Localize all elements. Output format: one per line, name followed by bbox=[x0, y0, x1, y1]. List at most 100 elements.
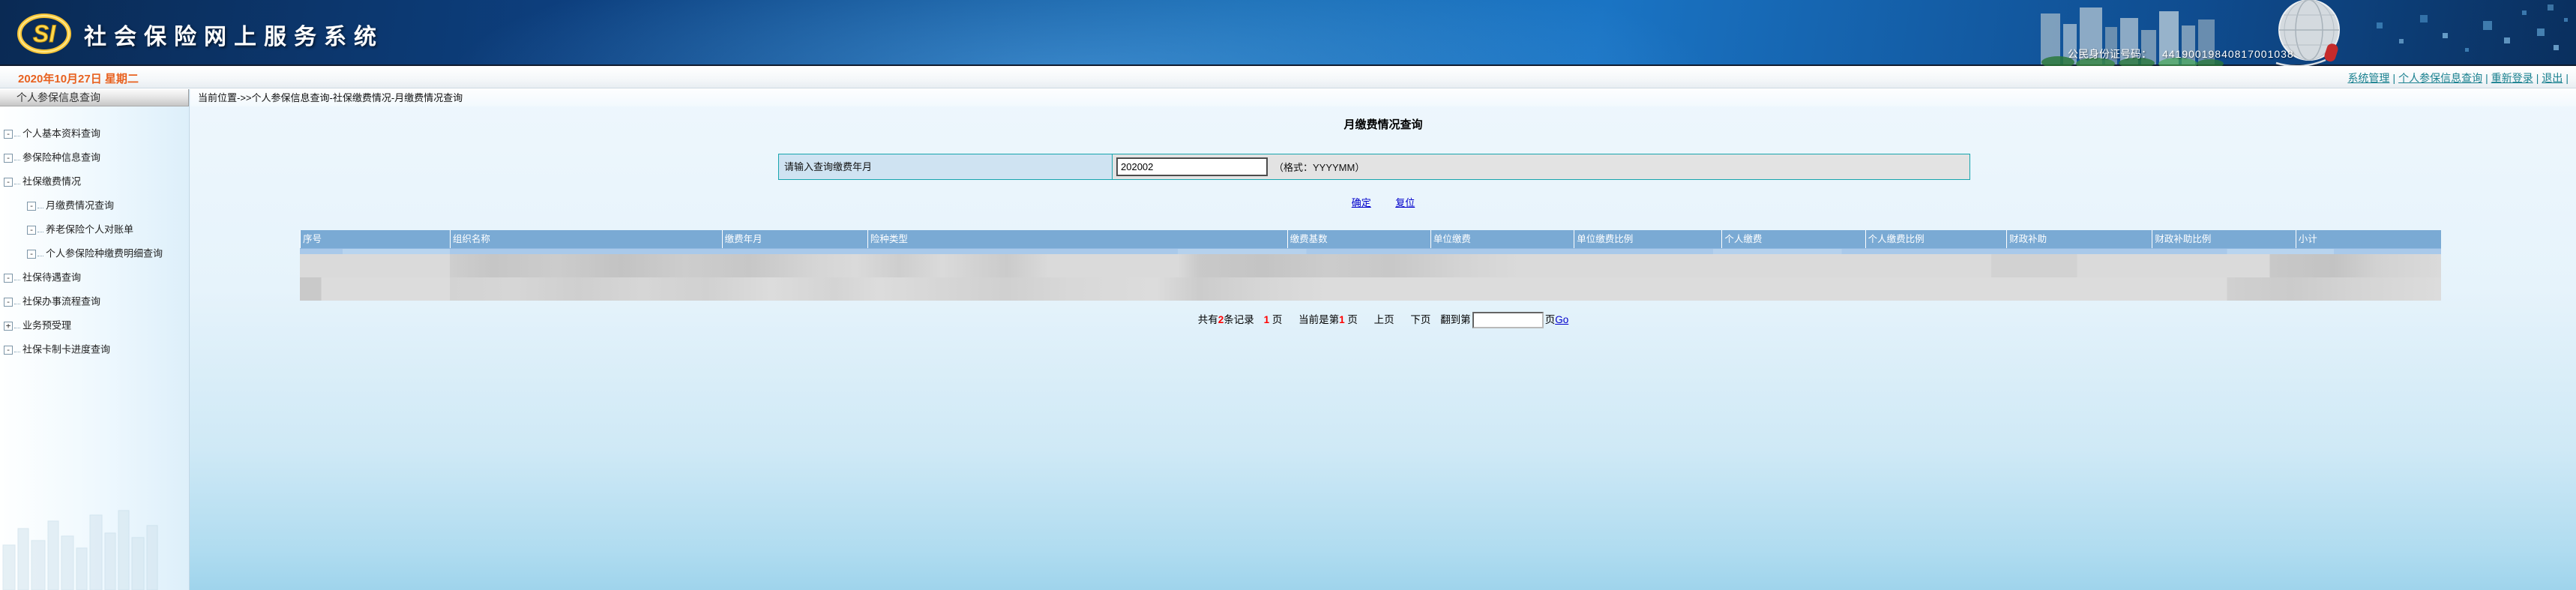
banner: SI 社会保险网上服务系统 bbox=[0, 0, 2576, 66]
sidebar-item-label[interactable]: 社保办事流程查询 bbox=[22, 296, 100, 307]
app-logo-icon: SI bbox=[16, 13, 72, 54]
th-employer-payment: 单位缴费 bbox=[1430, 230, 1574, 248]
nav-separator: | bbox=[2392, 72, 2395, 84]
reset-link[interactable]: 复位 bbox=[1395, 197, 1415, 208]
tree-connector bbox=[14, 323, 20, 328]
tree-connector bbox=[37, 203, 43, 208]
prev-page-button[interactable]: 上页 bbox=[1374, 314, 1394, 325]
record-total-suffix: 条记录 bbox=[1224, 314, 1254, 325]
table-header-row: 序号 组织名称 缴费年月 险种类型 缴费基数 单位缴费 单位缴费比例 个人缴费 … bbox=[300, 230, 2441, 248]
system-title: 社会保险网上服务系统 bbox=[84, 18, 384, 51]
tree-collapse-icon[interactable]: - bbox=[4, 298, 13, 307]
confirm-link[interactable]: 确定 bbox=[1352, 197, 1371, 208]
nav-personal-insurance-info-query[interactable]: 个人参保信息查询 bbox=[2398, 72, 2482, 84]
workspace: 个人参保信息查询 -个人基本资料查询 -参保险种信息查询 -社保缴费情况 -月缴… bbox=[0, 89, 2576, 590]
content: 当前位置->>个人参保信息查询-社保缴费情况-月缴费情况查询 月缴费情况查询 请… bbox=[190, 89, 2576, 590]
sidebar-item-procedure-query[interactable]: -社保办事流程查询 bbox=[0, 289, 189, 313]
sidebar-item-label[interactable]: 月缴费情况查询 bbox=[46, 200, 114, 211]
th-subsidy: 财政补助 bbox=[2006, 230, 2152, 248]
tree-collapse-icon[interactable]: - bbox=[4, 130, 13, 139]
sidebar-tree: -个人基本资料查询 -参保险种信息查询 -社保缴费情况 -月缴费情况查询 -养老… bbox=[0, 106, 189, 361]
tree-collapse-icon[interactable]: - bbox=[4, 178, 13, 187]
tree-collapse-icon[interactable]: - bbox=[4, 346, 13, 355]
sidebar-item-monthly-payment-query[interactable]: - 月缴费情况查询 bbox=[0, 193, 189, 217]
redacted-row bbox=[300, 254, 2441, 277]
next-page-button[interactable]: 下页 bbox=[1410, 314, 1430, 325]
goto-page-prefix: 翻到第 bbox=[1440, 314, 1471, 325]
nav-separator: | bbox=[2485, 72, 2488, 84]
page-count-suffix: 页 bbox=[1272, 314, 1283, 325]
tree-connector bbox=[14, 155, 20, 160]
current-page-number: 1 bbox=[1339, 314, 1345, 325]
tree-collapse-icon[interactable]: - bbox=[27, 226, 36, 235]
th-personal-rate: 个人缴费比例 bbox=[1865, 230, 2006, 248]
tree-connector bbox=[14, 347, 20, 352]
tree-collapse-icon[interactable]: - bbox=[27, 202, 36, 211]
svg-text:SI: SI bbox=[33, 20, 56, 47]
tree-connector bbox=[14, 299, 20, 304]
city-watermark bbox=[0, 508, 169, 590]
nav-separator: | bbox=[2536, 72, 2539, 84]
tree-connector bbox=[14, 275, 20, 280]
tree-collapse-icon[interactable]: - bbox=[4, 154, 13, 163]
record-total-prefix: 共有 bbox=[1198, 314, 1218, 325]
goto-page-input[interactable] bbox=[1472, 312, 1544, 328]
nav-separator: | bbox=[2566, 72, 2569, 84]
sidebar-item-label[interactable]: 社保待遇查询 bbox=[22, 272, 81, 283]
tree-collapse-icon[interactable]: - bbox=[27, 250, 36, 259]
top-nav: 系统管理|个人参保信息查询|重新登录|退出| bbox=[2347, 70, 2572, 85]
th-employer-rate: 单位缴费比例 bbox=[1574, 230, 1721, 248]
sidebar-item-pension-personal-statement[interactable]: - 养老保险个人对账单 bbox=[0, 217, 189, 241]
sidebar-item-label[interactable]: 个人基本资料查询 bbox=[22, 128, 100, 139]
nav-system-management[interactable]: 系统管理 bbox=[2347, 72, 2389, 84]
sidebar-item-benefits-query[interactable]: -社保待遇查询 bbox=[0, 265, 189, 289]
form-actions: 确定 复位 bbox=[190, 195, 2576, 210]
th-insurance-type: 险种类型 bbox=[867, 230, 1287, 248]
sidebar-item-label[interactable]: 参保险种信息查询 bbox=[22, 152, 100, 163]
th-payment-month: 缴费年月 bbox=[722, 230, 867, 248]
th-subsidy-rate: 财政补助比例 bbox=[2152, 230, 2295, 248]
nav-re-login[interactable]: 重新登录 bbox=[2491, 72, 2533, 84]
sidebar: 个人参保信息查询 -个人基本资料查询 -参保险种信息查询 -社保缴费情况 -月缴… bbox=[0, 89, 190, 590]
th-org-name: 组织名称 bbox=[450, 230, 722, 248]
tree-connector bbox=[37, 227, 43, 232]
sidebar-item-social-insurance-payment[interactable]: -社保缴费情况 bbox=[0, 169, 189, 193]
redacted-row bbox=[300, 277, 2441, 301]
th-index: 序号 bbox=[300, 230, 450, 248]
tree-collapse-icon[interactable]: - bbox=[4, 274, 13, 283]
sidebar-item-label[interactable]: 社保缴费情况 bbox=[22, 176, 81, 187]
tree-connector bbox=[37, 251, 43, 256]
format-hint: （格式：YYYYMM） bbox=[1274, 160, 1364, 174]
page-title: 月缴费情况查询 bbox=[190, 116, 2576, 132]
sidebar-item-label[interactable]: 社保卡制卡进度查询 bbox=[22, 344, 110, 355]
sidebar-item-label[interactable]: 养老保险个人对账单 bbox=[46, 224, 133, 235]
sidebar-item-personal-payment-detail-query[interactable]: - 个人参保险种缴费明细查询 bbox=[0, 241, 189, 265]
sidebar-item-card-progress-query[interactable]: -社保卡制卡进度查询 bbox=[0, 337, 189, 361]
pagination: 共有2条记录 1 页 当前是第1 页 上页 下页 翻到第页Go bbox=[190, 311, 2576, 328]
tree-connector bbox=[14, 131, 20, 136]
nav-logout[interactable]: 退出 bbox=[2542, 72, 2563, 84]
go-button[interactable]: Go bbox=[1555, 314, 1568, 325]
th-personal-payment: 个人缴费 bbox=[1721, 230, 1865, 248]
query-form: 请输入查询缴费年月 （格式：YYYYMM） bbox=[778, 154, 1970, 180]
current-page-prefix: 当前是第 bbox=[1298, 314, 1339, 325]
current-date: 2020年10月27日 星期二 bbox=[18, 70, 139, 86]
goto-page-suffix: 页 bbox=[1545, 314, 1556, 325]
current-page-suffix: 页 bbox=[1347, 314, 1358, 325]
sidebar-item-personal-basic-info-query[interactable]: -个人基本资料查询 bbox=[0, 121, 189, 145]
sidebar-item-business-pre-acceptance[interactable]: + 业务预受理 bbox=[0, 313, 189, 337]
citizen-id-label: 公民身份证号码： bbox=[2068, 48, 2152, 60]
tree-connector bbox=[14, 179, 20, 184]
query-label: 请输入查询缴费年月 bbox=[779, 154, 1113, 179]
page-count: 1 bbox=[1264, 314, 1270, 325]
tree-expand-icon[interactable]: + bbox=[4, 322, 13, 331]
sidebar-header: 个人参保信息查询 bbox=[0, 89, 189, 106]
citizen-id-value: 44190019840817001038 bbox=[2162, 48, 2294, 60]
topbar: 2020年10月27日 星期二 系统管理|个人参保信息查询|重新登录|退出| bbox=[0, 67, 2576, 88]
th-subtotal: 小计 bbox=[2296, 230, 2441, 248]
citizen-id: 公民身份证号码： 44190019840817001038 bbox=[2068, 46, 2294, 61]
sidebar-item-label[interactable]: 个人参保险种缴费明细查询 bbox=[46, 248, 163, 259]
sidebar-item-insurance-type-info-query[interactable]: -参保险种信息查询 bbox=[0, 145, 189, 169]
sidebar-item-label[interactable]: 业务预受理 bbox=[22, 320, 71, 331]
payment-month-input[interactable] bbox=[1116, 157, 1268, 176]
